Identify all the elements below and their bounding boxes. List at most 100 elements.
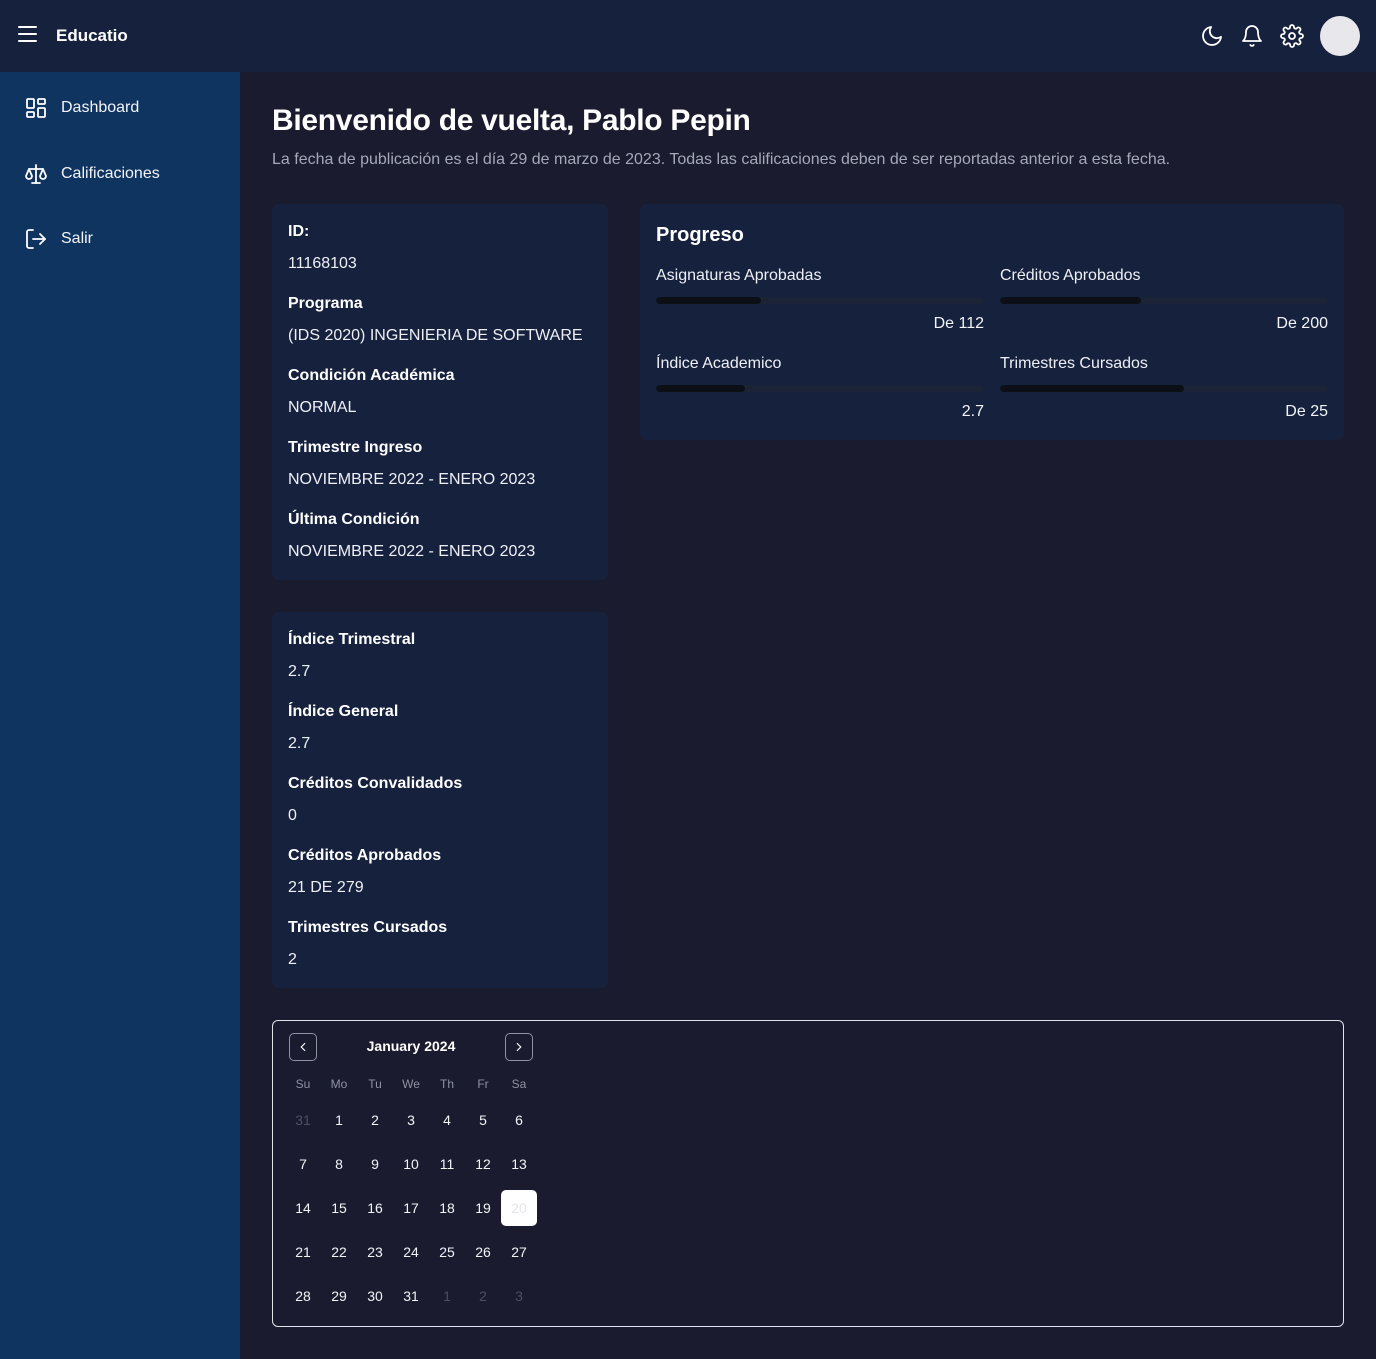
weekday-label: Mo (330, 1077, 348, 1091)
sidebar-item-label: Dashboard (61, 99, 140, 116)
progress-value: De 25 (1285, 403, 1328, 420)
weekday-label: Th (439, 1077, 454, 1091)
field-label: Programa (288, 295, 363, 312)
calendar-day[interactable]: 2 (465, 1278, 501, 1314)
sidebar: Dashboard Calificaciones Salir (0, 72, 240, 1359)
calendar-day[interactable]: 10 (393, 1146, 429, 1182)
calendar-day[interactable]: 28 (285, 1278, 321, 1314)
sidebar-item-dashboard[interactable]: Dashboard (24, 95, 139, 121)
weekday-label: Su (295, 1077, 311, 1091)
calendar-week-row: 31 1 2 3 4 5 6 (285, 1102, 537, 1138)
top-bar: Educatio (0, 0, 1376, 72)
progress-bar (1000, 297, 1328, 304)
calendar-day[interactable]: 9 (357, 1146, 393, 1182)
progress-bar (656, 385, 984, 392)
calendar-day[interactable]: 6 (501, 1102, 537, 1138)
calendar-day[interactable]: 2 (357, 1102, 393, 1138)
dashboard-icon (26, 98, 46, 118)
calendar-day[interactable]: 1 (429, 1278, 465, 1314)
calendar-day[interactable]: 4 (429, 1102, 465, 1138)
calendar-day[interactable]: 18 (429, 1190, 465, 1226)
menu-icon[interactable] (18, 26, 38, 46)
calendar-day[interactable]: 31 (393, 1278, 429, 1314)
calendar-day[interactable]: 12 (465, 1146, 501, 1182)
calendar-day[interactable]: 19 (465, 1190, 501, 1226)
field-value: NORMAL (288, 399, 357, 416)
calendar-day[interactable]: 24 (393, 1234, 429, 1270)
calendar-day[interactable]: 30 (357, 1278, 393, 1314)
calendar-day[interactable]: 11 (429, 1146, 465, 1182)
academic-info-card: Índice Trimestral 2.7 Índice General 2.7… (272, 612, 608, 988)
field-label: Última Condición (288, 511, 420, 528)
calendar-day[interactable]: 14 (285, 1190, 321, 1226)
field-label: Condición Académica (288, 367, 455, 384)
sidebar-item-salir[interactable]: Salir (24, 226, 93, 252)
weekday-label: Fr (477, 1077, 489, 1091)
field-value: NOVIEMBRE 2022 - ENERO 2023 (288, 471, 536, 488)
progress-value: De 112 (933, 315, 984, 332)
calendar-day[interactable]: 3 (393, 1102, 429, 1138)
progress-fill (656, 385, 745, 392)
calendar-day[interactable]: 27 (501, 1234, 537, 1270)
calendar-day[interactable]: 25 (429, 1234, 465, 1270)
progress-label: Índice Academico (656, 355, 782, 372)
field-label: Créditos Convalidados (288, 775, 463, 792)
calendar-day[interactable]: 29 (321, 1278, 357, 1314)
field-value: (IDS 2020) INGENIERIA DE SOFTWARE (288, 327, 583, 344)
calendar-day[interactable]: 20 (501, 1190, 537, 1226)
progress-label: Asignaturas Aprobadas (656, 267, 822, 284)
calendar-week-row: 14 15 16 17 18 19 20 (285, 1190, 537, 1226)
calendar-day[interactable]: 1 (321, 1102, 357, 1138)
progress-label: Créditos Aprobados (1000, 267, 1141, 284)
calendar-day[interactable]: 13 (501, 1146, 537, 1182)
progress-bar (656, 297, 984, 304)
moon-icon[interactable] (1200, 24, 1224, 48)
calendar-day[interactable]: 16 (357, 1190, 393, 1226)
calendar-day[interactable]: 15 (321, 1190, 357, 1226)
calendar-day[interactable]: 5 (465, 1102, 501, 1138)
progress-fill (1000, 385, 1184, 392)
field-value: 2.7 (288, 663, 311, 680)
bell-icon[interactable] (1240, 24, 1264, 48)
progress-card: Progreso Asignaturas Aprobadas De 112 Cr… (640, 204, 1344, 440)
field-label: Créditos Aprobados (288, 847, 442, 864)
page-subtitle: La fecha de publicación es el día 29 de … (272, 151, 1171, 168)
calendar-day[interactable]: 3 (501, 1278, 537, 1314)
calendar-day[interactable]: 21 (285, 1234, 321, 1270)
field-value: 0 (288, 807, 297, 824)
field-label: Índice Trimestral (288, 631, 416, 648)
calendar-day[interactable]: 23 (357, 1234, 393, 1270)
calendar-week-row: 7 8 9 10 11 12 13 (285, 1146, 537, 1182)
field-value: 21 DE 279 (288, 879, 364, 896)
field-label: Trimestres Cursados (288, 919, 448, 936)
sidebar-item-calificaciones[interactable]: Calificaciones (24, 161, 160, 187)
chevron-right-icon (516, 1042, 522, 1052)
weekday-label: Sa (511, 1077, 527, 1091)
avatar[interactable] (1320, 16, 1360, 56)
calendar-day[interactable]: 7 (285, 1146, 321, 1182)
app-brand: Educatio (56, 26, 128, 45)
calendar-day[interactable]: 8 (321, 1146, 357, 1182)
logout-icon (26, 229, 46, 249)
calendar-weekdays: Su Mo Tu We Th Fr Sa (285, 1077, 537, 1091)
progress-title: Progreso (656, 224, 744, 246)
calendar-week-row: 28 29 30 31 1 2 3 (285, 1278, 537, 1314)
progress-label: Trimestres Cursados (1000, 355, 1148, 372)
progress-bar (1000, 385, 1328, 392)
sidebar-item-label: Calificaciones (61, 165, 160, 182)
field-value: 2.7 (288, 735, 311, 752)
gear-icon[interactable] (1280, 24, 1304, 48)
student-info-card: ID: 11168103 Programa (IDS 2020) INGENIE… (272, 204, 608, 580)
progress-fill (1000, 297, 1142, 304)
field-value: 2 (288, 951, 297, 968)
calendar-day[interactable]: 26 (465, 1234, 501, 1270)
calendar-day[interactable]: 31 (285, 1102, 321, 1138)
progress-fill (656, 297, 761, 304)
weekday-label: Tu (368, 1077, 382, 1091)
calendar-day[interactable]: 22 (321, 1234, 357, 1270)
calendar-day[interactable]: 17 (393, 1190, 429, 1226)
field-value: NOVIEMBRE 2022 - ENERO 2023 (288, 543, 536, 560)
next-month-button[interactable] (505, 1033, 533, 1061)
calendar: January 2024 Su Mo Tu We Th Fr Sa 31 1 2 3 4… (272, 1020, 1344, 1327)
progress-value: 2.7 (961, 403, 984, 420)
